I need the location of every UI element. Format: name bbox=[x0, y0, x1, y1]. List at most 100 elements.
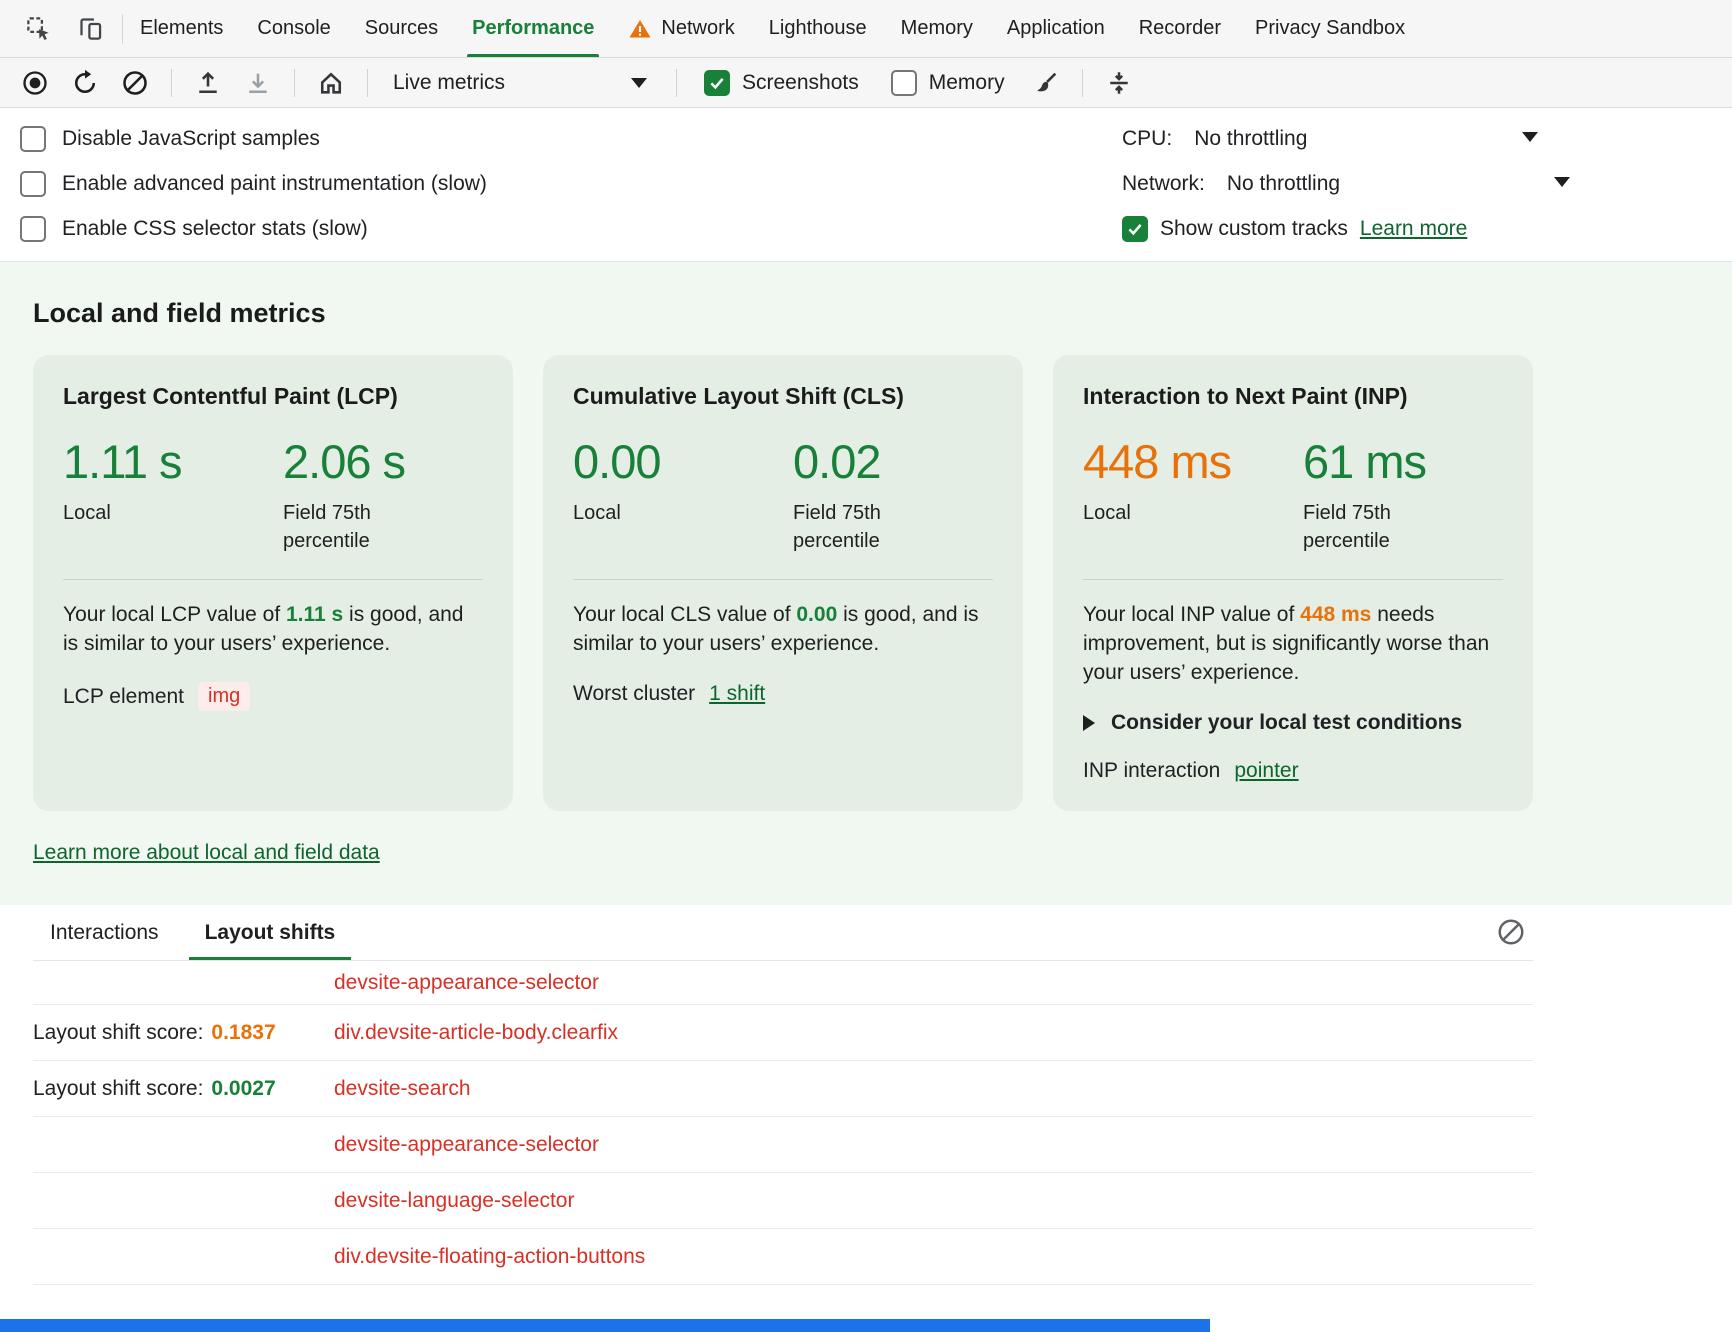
metric-values: 448 ms Local 61 ms Field 75th percentile bbox=[1083, 434, 1503, 555]
local-label: Local bbox=[573, 499, 723, 527]
custom-tracks-learn-more-link[interactable]: Learn more bbox=[1360, 217, 1467, 241]
cls-inline-value: 0.00 bbox=[796, 603, 837, 626]
devtools-tabbar: Elements Console Sources Performance Net… bbox=[0, 0, 1732, 58]
inp-inline-value: 448 ms bbox=[1300, 603, 1371, 626]
warning-icon bbox=[628, 17, 652, 41]
disable-js-samples-label: Disable JavaScript samples bbox=[62, 127, 320, 151]
network-label: Network: bbox=[1122, 172, 1205, 196]
layout-shift-row[interactable]: div.devsite-floating-action-buttons bbox=[33, 1229, 1533, 1285]
screenshots-checkbox[interactable]: Screenshots bbox=[704, 70, 859, 96]
divider bbox=[1083, 579, 1503, 580]
lcp-inline-value: 1.11 s bbox=[286, 603, 343, 626]
tab-lighthouse[interactable]: Lighthouse bbox=[752, 0, 884, 57]
lcp-element-chip[interactable]: img bbox=[198, 682, 250, 711]
lcp-description: Your local LCP value of 1.11 s is good, … bbox=[63, 600, 483, 658]
card-title: Interaction to Next Paint (INP) bbox=[1083, 383, 1503, 410]
tab-interactions[interactable]: Interactions bbox=[50, 921, 159, 960]
inp-field-value: 61 ms bbox=[1303, 434, 1503, 489]
gc-brush-icon[interactable] bbox=[1023, 64, 1069, 102]
metric-card-cls: Cumulative Layout Shift (CLS) 0.00 Local… bbox=[543, 355, 1023, 811]
show-custom-tracks-checkbox[interactable] bbox=[1122, 216, 1148, 242]
cls-local-value: 0.00 bbox=[573, 434, 793, 489]
field-label: Field 75th percentile bbox=[793, 499, 943, 555]
reload-record-button[interactable] bbox=[62, 64, 108, 102]
layout-shift-table: devsite-appearance-selector Layout shift… bbox=[33, 960, 1533, 1285]
divider bbox=[676, 69, 677, 97]
inp-interaction-link[interactable]: pointer bbox=[1234, 759, 1298, 783]
field-label: Field 75th percentile bbox=[283, 499, 433, 555]
local-field-metrics-section: Local and field metrics Largest Contentf… bbox=[0, 262, 1732, 905]
tab-label: Recorder bbox=[1139, 17, 1221, 40]
performance-toolbar: Live metrics Screenshots Memory bbox=[0, 58, 1732, 108]
record-button[interactable] bbox=[12, 64, 58, 102]
layout-shift-row[interactable]: devsite-appearance-selector bbox=[33, 961, 1533, 1005]
element-link[interactable]: devsite-language-selector bbox=[334, 1189, 574, 1213]
tab-label: Privacy Sandbox bbox=[1255, 17, 1405, 40]
save-profile-icon[interactable] bbox=[235, 64, 281, 102]
load-profile-icon[interactable] bbox=[185, 64, 231, 102]
network-throttling-select[interactable]: Network: No throttling bbox=[1122, 161, 1542, 206]
tab-console[interactable]: Console bbox=[240, 0, 347, 57]
section-heading: Local and field metrics bbox=[33, 298, 1732, 329]
tab-label: Elements bbox=[140, 17, 223, 40]
layout-shift-row[interactable]: devsite-language-selector bbox=[33, 1173, 1533, 1229]
clear-log-icon[interactable] bbox=[1496, 917, 1530, 951]
chevron-down-icon bbox=[1554, 177, 1570, 187]
tab-performance[interactable]: Performance bbox=[455, 0, 611, 57]
layout-shift-row[interactable]: Layout shift score:0.0027 devsite-search bbox=[33, 1061, 1533, 1117]
divider bbox=[63, 579, 483, 580]
horizontal-scrollbar[interactable] bbox=[0, 1319, 1210, 1332]
tab-memory[interactable]: Memory bbox=[884, 0, 990, 57]
element-link[interactable]: devsite-search bbox=[334, 1077, 471, 1101]
live-metrics-log: Interactions Layout shifts devsite-appea… bbox=[0, 905, 1732, 1285]
clear-button[interactable] bbox=[112, 64, 158, 102]
device-toolbar-icon[interactable] bbox=[72, 11, 108, 47]
tab-privacy-sandbox[interactable]: Privacy Sandbox bbox=[1238, 0, 1422, 57]
tab-recorder[interactable]: Recorder bbox=[1122, 0, 1238, 57]
layout-shift-row[interactable]: devsite-appearance-selector bbox=[33, 1117, 1533, 1173]
metric-values: 0.00 Local 0.02 Field 75th percentile bbox=[573, 434, 993, 555]
inp-interaction-row: INP interaction pointer bbox=[1083, 759, 1503, 783]
local-test-conditions-disclosure[interactable]: Consider your local test conditions bbox=[1083, 711, 1503, 735]
element-link[interactable]: div.devsite-floating-action-buttons bbox=[334, 1245, 645, 1269]
element-link[interactable]: devsite-appearance-selector bbox=[334, 1133, 599, 1157]
checkbox-unchecked-icon bbox=[20, 126, 46, 152]
layout-shift-row[interactable]: Layout shift score:0.1837 div.devsite-ar… bbox=[33, 1005, 1533, 1061]
tab-elements[interactable]: Elements bbox=[123, 0, 240, 57]
divider bbox=[367, 69, 368, 97]
capture-options-panel: Disable JavaScript samples Enable advanc… bbox=[0, 108, 1732, 262]
divider bbox=[294, 69, 295, 97]
metric-card-inp: Interaction to Next Paint (INP) 448 ms L… bbox=[1053, 355, 1533, 811]
cpu-throttling-select[interactable]: CPU: No throttling bbox=[1122, 116, 1542, 161]
inp-description: Your local INP value of 448 ms needs imp… bbox=[1083, 600, 1503, 687]
tab-label: Application bbox=[1007, 17, 1105, 40]
tab-label: Lighthouse bbox=[769, 17, 867, 40]
collapse-vertical-icon[interactable] bbox=[1096, 64, 1142, 102]
tab-network[interactable]: Network bbox=[611, 0, 751, 57]
tab-application[interactable]: Application bbox=[990, 0, 1122, 57]
local-field-learn-more-link[interactable]: Learn more about local and field data bbox=[33, 841, 380, 865]
tab-label: Network bbox=[661, 17, 734, 40]
memory-label: Memory bbox=[929, 71, 1005, 95]
checkbox-unchecked-icon bbox=[20, 216, 46, 242]
worst-cluster-link[interactable]: 1 shift bbox=[709, 682, 765, 706]
inp-interaction-label: INP interaction bbox=[1083, 759, 1220, 783]
metric-cards: Largest Contentful Paint (LCP) 1.11 s Lo… bbox=[33, 355, 1699, 811]
memory-checkbox[interactable]: Memory bbox=[891, 70, 1005, 96]
tab-sources[interactable]: Sources bbox=[348, 0, 455, 57]
cpu-value: No throttling bbox=[1194, 127, 1307, 151]
element-link[interactable]: devsite-appearance-selector bbox=[334, 971, 599, 995]
element-link[interactable]: div.devsite-article-body.clearfix bbox=[334, 1021, 618, 1045]
chevron-down-icon bbox=[1522, 132, 1538, 142]
screenshots-label: Screenshots bbox=[742, 71, 859, 95]
tab-layout-shifts[interactable]: Layout shifts bbox=[205, 921, 336, 960]
home-icon[interactable] bbox=[308, 64, 354, 102]
tab-label: Memory bbox=[901, 17, 973, 40]
live-metrics-select[interactable]: Live metrics bbox=[381, 71, 663, 95]
css-selector-stats-label: Enable CSS selector stats (slow) bbox=[62, 217, 368, 241]
inspect-icon[interactable] bbox=[20, 11, 56, 47]
divider bbox=[1082, 69, 1083, 97]
divider bbox=[573, 579, 993, 580]
checkbox-checked-icon bbox=[704, 70, 730, 96]
score-cell: Layout shift score:0.1837 bbox=[33, 1021, 334, 1045]
